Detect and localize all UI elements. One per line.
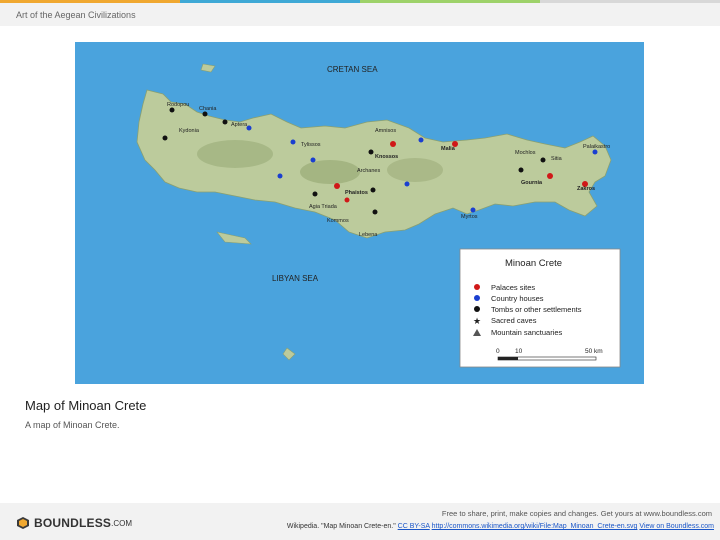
site-label: Malia: [441, 146, 456, 152]
legend-item: Sacred caves: [491, 316, 537, 325]
license-link[interactable]: CC BY-SA: [398, 523, 430, 530]
boundless-logo[interactable]: BOUNDLESS .COM: [16, 516, 132, 530]
site-label: Knossos: [375, 154, 398, 160]
dikti-mountains: [387, 158, 443, 182]
blue-dot-icon: [474, 295, 480, 301]
islet: [216, 231, 252, 245]
scale-bar-segment: [498, 357, 518, 360]
crete-map-svg: CRETAN SEA LIBYAN SEA Rodopou Chania Apt…: [136, 63, 621, 368]
scale-start: 0: [496, 348, 500, 355]
page-title: Art of the Aegean Civilizations: [16, 10, 136, 20]
legend-item: Palaces sites: [491, 283, 535, 292]
site-label: Amnisos: [375, 128, 396, 134]
logo-suffix: .COM: [111, 518, 133, 528]
legend-item: Tombs or other settlements: [491, 305, 582, 314]
islet: [282, 347, 296, 361]
site-label: Tylissos: [301, 142, 321, 148]
site-label: Chania: [199, 106, 217, 112]
site-label: Gournia: [521, 180, 543, 186]
legend-title: Minoan Crete: [505, 258, 562, 269]
source-link[interactable]: http://commons.wikimedia.org/wiki/File:M…: [432, 523, 638, 530]
site-label: Phaistos: [345, 190, 368, 196]
legend-item: Mountain sanctuaries: [491, 328, 563, 337]
sea-label-south: LIBYAN SEA: [272, 274, 319, 283]
scale-mid: 10: [515, 348, 523, 355]
site-label: Mochlos: [515, 150, 536, 156]
sea-label-north: CRETAN SEA: [327, 65, 378, 74]
license-note: Free to share, print, make copies and ch…: [441, 509, 712, 518]
boundless-logo-icon: [17, 517, 29, 529]
map-legend: Minoan Crete Palaces sites Country house…: [459, 248, 621, 368]
site-label: Archanes: [357, 168, 380, 174]
site-label: Kydonia: [179, 128, 200, 134]
view-link[interactable]: View on Boundless.com: [639, 523, 714, 530]
black-dot-icon: [474, 306, 480, 312]
site-label: Agia Triada: [309, 204, 338, 210]
islet: [200, 63, 216, 73]
mount-ida: [300, 160, 360, 184]
scale-end: 50 km: [585, 348, 603, 355]
site-label: Myrtos: [461, 214, 478, 220]
white-mountains: [197, 140, 273, 168]
red-dot-icon: [474, 284, 480, 290]
legend-item: Country houses: [491, 294, 544, 303]
footer: BOUNDLESS .COM Free to share, print, make…: [0, 503, 720, 540]
site-label: Sitia: [551, 156, 563, 162]
attribution-text: Wikipedia. "Map Minoan Crete-en.": [286, 523, 398, 530]
crete-island: [136, 89, 612, 239]
caption-subtitle: A map of Minoan Crete.: [25, 420, 120, 430]
caption-title: Map of Minoan Crete: [25, 398, 147, 413]
map-image: CRETAN SEA LIBYAN SEA Rodopou Chania Apt…: [75, 42, 644, 384]
site-label: Lebena: [359, 232, 378, 238]
site-label: Palaikastro: [583, 144, 610, 150]
star-icon: ★: [473, 316, 481, 326]
site-label: Aptera: [231, 122, 248, 128]
logo-text: BOUNDLESS: [34, 516, 112, 530]
attribution: Wikipedia. "Map Minoan Crete-en." CC BY-…: [287, 523, 714, 530]
header: Art of the Aegean Civilizations: [0, 3, 720, 26]
site-label: Kommos: [327, 218, 349, 224]
site-label: Rodopou: [167, 102, 189, 108]
site-label: Zakros: [577, 186, 595, 192]
